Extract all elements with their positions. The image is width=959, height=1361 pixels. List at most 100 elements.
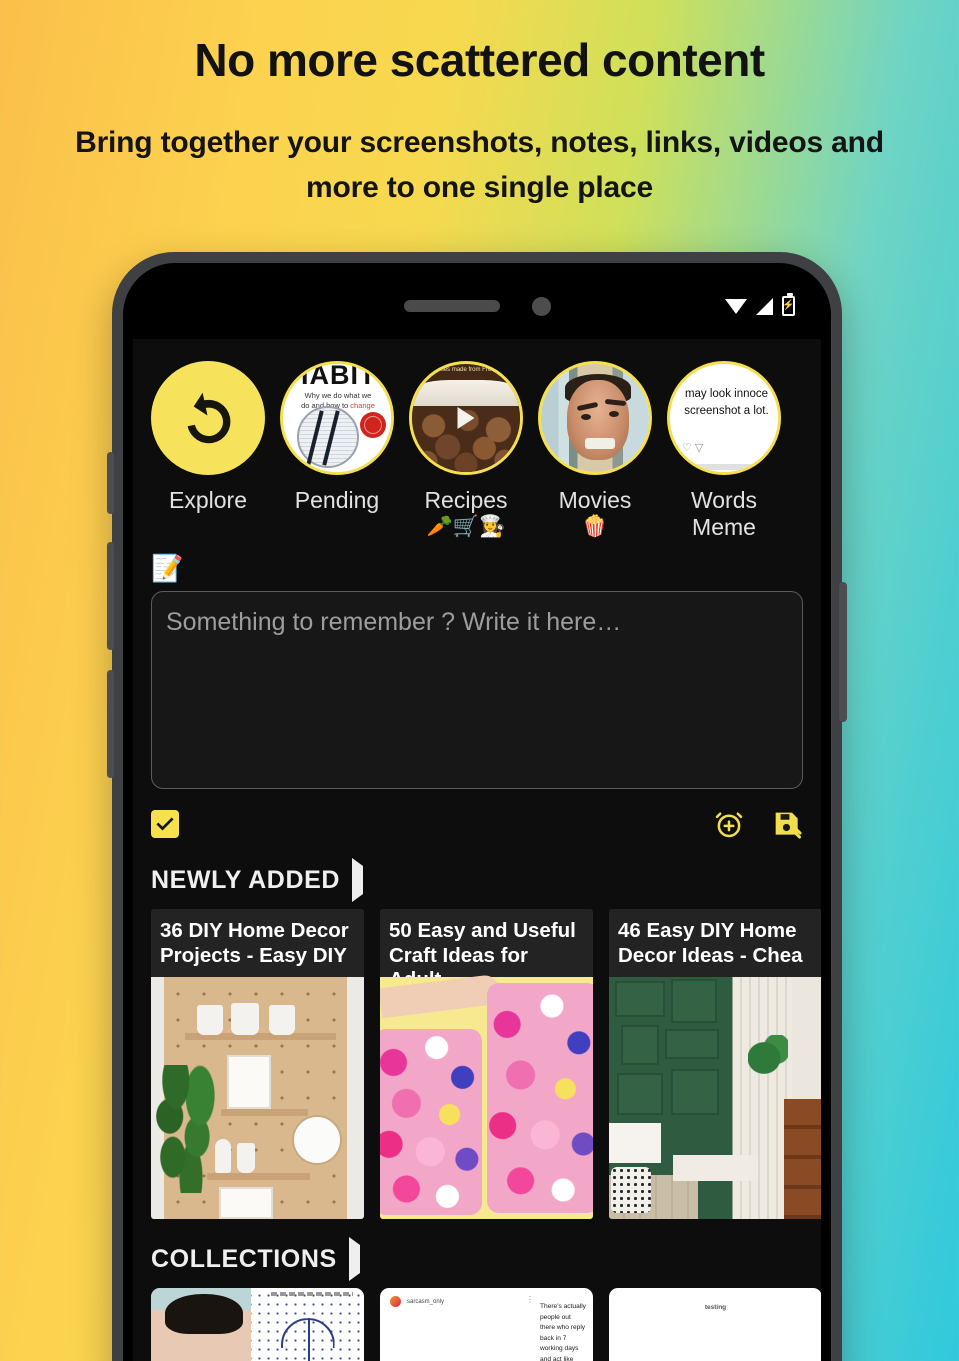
- phone-screen: ⚡ Explore HABIT Why we do what we change…: [133, 273, 821, 1361]
- content-card[interactable]: 50 Easy and Useful Craft Ideas for Adult…: [380, 909, 593, 1220]
- story-label: Words Meme: [667, 487, 781, 541]
- flower-letter-right: [487, 983, 593, 1214]
- wood-panel: [784, 1099, 821, 1220]
- stories-row[interactable]: Explore HABIT Why we do what we do and h…: [133, 339, 821, 541]
- refresh-back-arrow-icon: [187, 392, 231, 444]
- note-right-actions: [713, 808, 803, 840]
- alarm-add-icon[interactable]: [713, 808, 745, 840]
- planter-1: [197, 1005, 223, 1036]
- movie-teeth: [585, 438, 615, 449]
- card-title: 36 DIY Home Decor Projects - Easy DIY …: [151, 909, 364, 978]
- dotted-diagram-thumbnail: [251, 1288, 364, 1361]
- wall-panel: [671, 979, 717, 1024]
- phone-bezel: ⚡ Explore HABIT Why we do what we change…: [123, 263, 831, 1361]
- post-username: sarcasm_only: [407, 1298, 445, 1305]
- page-title: No more scattered content: [194, 34, 765, 86]
- note-action-bar: [151, 808, 803, 840]
- story-label-line-1: Words: [690, 487, 758, 513]
- section-header-collections[interactable]: COLLECTIONS: [133, 1219, 821, 1288]
- story-thumbnail-movies[interactable]: [538, 361, 652, 475]
- note-composer: 📝: [133, 541, 821, 840]
- collection-item[interactable]: [151, 1288, 364, 1361]
- planter-2: [231, 1003, 259, 1036]
- battery-bolt-glyph: ⚡: [782, 300, 795, 311]
- phone-mockup: ⚡ Explore HABIT Why we do what we change…: [107, 252, 847, 1361]
- habit-badge: [360, 412, 386, 438]
- collections-row[interactable]: sarcasm_only ⋮ There's actually people o…: [133, 1288, 821, 1361]
- habit-book-cover: HABIT Why we do what we do and how to ch…: [283, 364, 391, 472]
- post-header: sarcasm_only: [390, 1296, 445, 1308]
- story-thumbnail-words-meme[interactable]: may look innoce screenshot a lot. ♡ ▽: [667, 361, 781, 475]
- card-title: 46 Easy DIY Home Decor Ideas - Chea: [609, 909, 821, 978]
- plant-leaf: [748, 1035, 788, 1082]
- meme-text: may look innoce screenshot a lot.: [677, 386, 776, 419]
- card-image-flowers: [380, 974, 593, 1220]
- section-header-newly-added[interactable]: NEWLY ADDED: [133, 840, 821, 909]
- diagram-stem: [307, 1318, 310, 1361]
- page-subtitle: Bring together your screenshots, notes, …: [75, 125, 884, 204]
- story-thumbnail-recipes[interactable]: Cookies made from Frosties: [409, 361, 523, 475]
- phone-volume-up-button[interactable]: [107, 542, 114, 650]
- story-label: Movies: [558, 487, 632, 513]
- wall-panel: [621, 1025, 659, 1066]
- newly-added-cards[interactable]: 36 DIY Home Decor Projects - Easy DIY …: [133, 909, 821, 1220]
- more-options-icon[interactable]: ⋮: [526, 1296, 534, 1304]
- movie-eye-left: [581, 414, 591, 420]
- stair-step: [672, 1155, 759, 1182]
- portrait-thumbnail: [151, 1288, 252, 1361]
- card-image-pegboard: [151, 977, 364, 1220]
- picture-frame: [227, 1055, 271, 1110]
- vase-1: [215, 1139, 231, 1174]
- habit-sub-c: change: [350, 401, 375, 411]
- story-item-recipes[interactable]: Cookies made from Frosties Recipes 🥕🛒👩‍🍳: [409, 361, 523, 541]
- cellular-signal-icon: [756, 297, 773, 315]
- wifi-icon: [725, 298, 747, 314]
- story-label: Explore: [169, 487, 247, 513]
- hair: [165, 1294, 244, 1335]
- story-item-words-meme[interactable]: may look innoce screenshot a lot. ♡ ▽ Wo…: [667, 361, 781, 541]
- wall-panel: [665, 1029, 719, 1060]
- collection-item[interactable]: testing: [609, 1288, 821, 1361]
- meme-text-line-2: screenshot a lot.: [684, 404, 769, 417]
- story-item-explore[interactable]: Explore: [151, 361, 265, 541]
- meme-bottom-bar: [678, 464, 770, 470]
- phone-notch: [297, 273, 657, 339]
- chevron-right-icon[interactable]: [348, 1237, 360, 1282]
- phone-button-left-1[interactable]: [107, 452, 114, 514]
- pegboard-shelf-2: [221, 1109, 308, 1117]
- phone-power-button[interactable]: [839, 582, 847, 722]
- card-image-green-wall: [609, 977, 821, 1220]
- wall-panel: [615, 981, 665, 1018]
- story-item-pending[interactable]: HABIT Why we do what we do and how to ch…: [280, 361, 394, 541]
- story-item-movies[interactable]: Movies 🍿: [538, 361, 652, 541]
- story-thumbnail-explore[interactable]: [151, 361, 265, 475]
- content-card[interactable]: 36 DIY Home Decor Projects - Easy DIY …: [151, 909, 364, 1220]
- note-input[interactable]: [151, 591, 803, 790]
- meme-text-line-1: may look innoce: [684, 388, 769, 400]
- framed-art: [219, 1187, 273, 1220]
- checklist-toggle-button[interactable]: [151, 810, 179, 839]
- avatar: [390, 1296, 401, 1308]
- card-title: 50 Easy and Useful Craft Ideas for Adult…: [380, 909, 593, 978]
- earpiece-speaker: [403, 300, 500, 312]
- chocolate-bowl-image: Cookies made from Frosties: [412, 364, 520, 472]
- phone-volume-down-button[interactable]: [107, 670, 114, 778]
- movie-eye-right: [609, 411, 619, 417]
- content-card[interactable]: 46 Easy DIY Home Decor Ideas - Chea: [609, 909, 821, 1220]
- chevron-right-icon[interactable]: [352, 858, 364, 903]
- save-edit-icon[interactable]: [771, 808, 803, 840]
- collection-split-preview: [151, 1288, 364, 1361]
- collection-item[interactable]: sarcasm_only ⋮ There's actually people o…: [380, 1288, 593, 1361]
- play-icon[interactable]: [457, 407, 475, 429]
- habit-title: HABIT: [289, 361, 377, 390]
- side-table: [609, 1123, 661, 1164]
- check-icon: [156, 817, 174, 831]
- story-label: Recipes: [424, 487, 508, 513]
- story-emoji: 🍿: [581, 515, 609, 539]
- post-text: There's actually people out there who re…: [540, 1303, 586, 1361]
- shining-movie-still: [541, 364, 649, 472]
- wall-panel: [671, 1069, 719, 1116]
- story-thumbnail-pending[interactable]: HABIT Why we do what we do and how to ch…: [280, 361, 394, 475]
- battery-charging-icon: ⚡: [782, 293, 795, 316]
- flower-letter-left: [380, 1029, 482, 1216]
